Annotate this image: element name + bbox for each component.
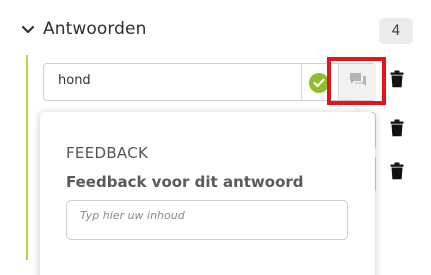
answer-count-badge: 4 — [379, 18, 413, 44]
divider — [301, 64, 302, 100]
trash-icon — [390, 70, 404, 92]
answers-panel: Antwoorden 4 hond FEEDBACK Feedback voor… — [0, 0, 431, 275]
delete-answer-button[interactable] — [389, 119, 405, 141]
feedback-button[interactable] — [338, 64, 376, 100]
trash-icon — [390, 162, 404, 184]
chat-bubbles-icon — [348, 71, 368, 93]
check-circle-icon[interactable] — [309, 73, 329, 93]
answers-section-header: Antwoorden 4 — [0, 0, 431, 62]
feedback-popover: FEEDBACK Feedback voor dit antwoord — [40, 112, 375, 275]
section-title: Antwoorden — [43, 19, 147, 39]
popover-heading: FEEDBACK — [66, 144, 149, 162]
feedback-label: Feedback voor dit antwoord — [66, 173, 304, 191]
tree-guide-line — [26, 55, 28, 260]
answer-input[interactable]: hond — [43, 63, 376, 101]
chevron-down-icon[interactable] — [19, 20, 37, 40]
delete-answer-button[interactable] — [389, 162, 405, 184]
answer-text: hond — [58, 73, 91, 88]
delete-answer-button[interactable] — [389, 70, 405, 92]
feedback-textarea[interactable] — [66, 200, 348, 240]
trash-icon — [390, 119, 404, 141]
